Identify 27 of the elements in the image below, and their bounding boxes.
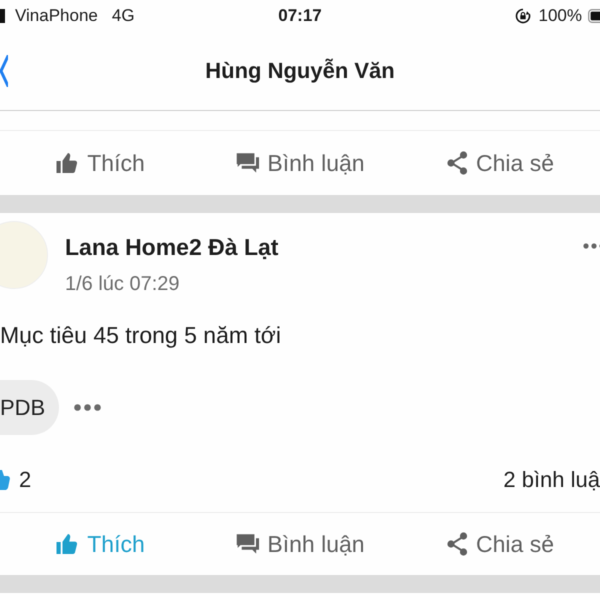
network-type: 4G — [112, 6, 135, 26]
clock-time: 07:17 — [277, 6, 323, 26]
more-tags-icon[interactable] — [74, 404, 102, 411]
signal-icon — [0, 9, 5, 23]
action-button[interactable]: Chia sẻ — [444, 526, 556, 562]
post-time: 1/6 lúc 07:29 — [65, 272, 180, 297]
battery-percent: 100% — [538, 6, 582, 26]
post-text: Mục tiêu 45 trong 5 năm tới — [0, 321, 281, 350]
comment-count[interactable]: 2 bình luậ — [503, 467, 600, 493]
action-button[interactable]: Bình luận — [233, 146, 367, 180]
like-count[interactable]: 2 — [19, 467, 32, 493]
share-icon — [446, 532, 469, 556]
back-chevron-icon[interactable] — [0, 55, 8, 87]
rotation-lock-icon — [514, 8, 531, 24]
comment-icon — [235, 151, 260, 175]
page-title: Hùng Nguyễn Văn — [205, 58, 395, 84]
action-button[interactable]: Bình luận — [233, 526, 367, 562]
carrier-name: VinaPhone — [15, 6, 98, 26]
more-options-icon[interactable] — [583, 243, 600, 249]
share-icon — [446, 151, 469, 175]
author-name[interactable]: Lana Home2 Đà Lạt — [65, 233, 278, 261]
hashtag-chip[interactable]: PDB — [0, 380, 60, 435]
like-icon — [0, 470, 10, 490]
action-button[interactable]: Thích — [53, 146, 147, 180]
comment-icon — [235, 532, 260, 556]
action-button[interactable]: Chia sẻ — [444, 146, 556, 180]
battery-icon — [588, 9, 600, 23]
